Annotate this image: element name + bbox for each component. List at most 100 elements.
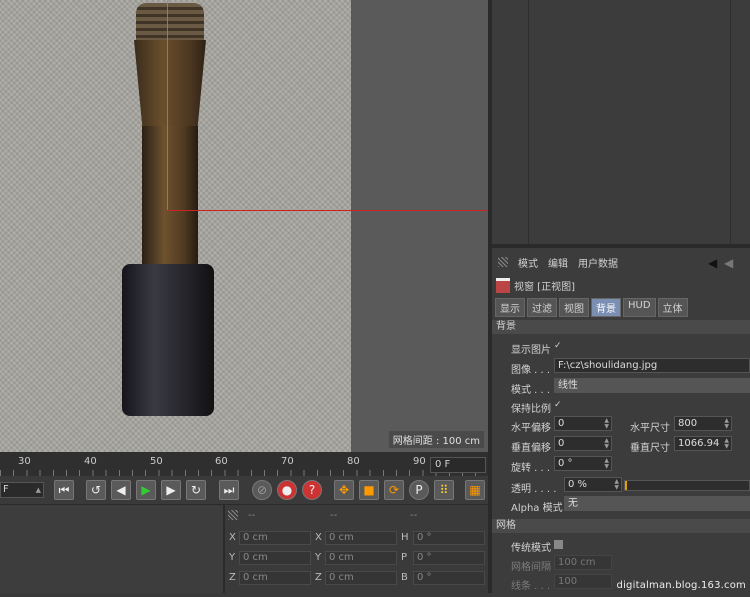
keep-ratio-label: 保持比例	[511, 404, 551, 415]
image-path-field[interactable]: F:\cz\shoulidang.jpg	[554, 358, 750, 373]
transparency-slider[interactable]	[624, 480, 750, 491]
prev-key-icon[interactable]: ↺	[86, 480, 106, 500]
slider-handle[interactable]	[625, 481, 627, 490]
pos-x-field[interactable]: 0 cm	[239, 531, 311, 545]
param-key-icon[interactable]: P	[409, 480, 429, 500]
transparency-field[interactable]: 0 % ▲ ▼	[564, 477, 622, 492]
next-key-icon[interactable]: ↻	[186, 480, 206, 500]
coords-dash: --	[248, 510, 256, 521]
tick-label: 60	[215, 456, 228, 467]
tab-view[interactable]: 视图	[559, 298, 589, 317]
v-offset-field[interactable]: 0 ▲ ▼	[554, 436, 612, 451]
size-x-field[interactable]: 0 cm	[325, 531, 397, 545]
lines-field[interactable]: 100	[554, 574, 612, 589]
size-z-label: Z	[315, 572, 322, 583]
spinner-icon[interactable]: ▲ ▼	[724, 438, 729, 450]
h-size-field[interactable]: 800 ▲ ▼	[674, 416, 732, 431]
rot-p-field[interactable]: 0 °	[413, 551, 485, 565]
tab-display[interactable]: 显示	[495, 298, 525, 317]
size-y-field[interactable]: 0 cm	[325, 551, 397, 565]
transparency-value: 0 %	[568, 479, 588, 490]
mode-dropdown[interactable]: 线性	[554, 378, 750, 393]
v-size-field[interactable]: 1066.94 ▲ ▼	[674, 436, 732, 451]
spinner-icon[interactable]: ▲ ▼	[604, 458, 609, 470]
rot-b-label: B	[401, 572, 408, 583]
image-label: 图像 . . .	[511, 365, 551, 376]
current-frame-field[interactable]: 0 F	[430, 457, 486, 473]
play-icon[interactable]: ▶	[136, 480, 156, 500]
v-size-label: 垂直尺寸	[630, 443, 670, 454]
pos-y-label: Y	[229, 552, 236, 563]
go-to-start-icon[interactable]: ⏮	[54, 480, 74, 500]
pos-z-field[interactable]: 0 cm	[239, 571, 311, 585]
point-level-icon[interactable]: ⠿	[434, 480, 454, 500]
keep-ratio-checkbox[interactable]: ✓	[554, 401, 563, 410]
tab-hud[interactable]: HUD	[623, 298, 656, 317]
grip-icon[interactable]	[498, 257, 508, 267]
go-to-end-icon[interactable]: ⏭	[219, 480, 239, 500]
rotate-field[interactable]: 0 ° ▲ ▼	[554, 456, 612, 471]
grid-spacing-field[interactable]: 100 cm	[554, 555, 612, 570]
record-off-icon[interactable]: ⊘	[252, 480, 272, 500]
spinner-icon[interactable]: ▲	[36, 483, 41, 497]
pos-y-field[interactable]: 0 cm	[239, 551, 311, 565]
grip-icon[interactable]	[228, 510, 238, 520]
next-frame-icon[interactable]: ▶	[161, 480, 181, 500]
help-key-icon[interactable]: ?	[302, 480, 322, 500]
size-z-field[interactable]: 0 cm	[325, 571, 397, 585]
spinner-icon[interactable]: ▲ ▼	[614, 479, 619, 491]
offset-size-row: 水平偏移 0 ▲ ▼ 水平尺寸 800 ▲ ▼	[492, 416, 750, 434]
show-image-checkbox[interactable]: ✓	[554, 342, 563, 351]
object-manager-panel[interactable]	[492, 0, 750, 244]
material-manager[interactable]	[0, 505, 225, 593]
h-offset-label: 水平偏移	[511, 423, 551, 434]
rot-b-field[interactable]: 0 °	[413, 571, 485, 585]
rotate-row: 旋转 . . . 0 ° ▲ ▼	[492, 456, 750, 474]
spinner-icon[interactable]: ▲ ▼	[724, 418, 729, 430]
size-y-label: Y	[315, 552, 322, 563]
forward-arrow-icon[interactable]: ◀	[724, 256, 733, 270]
handle-head-shape	[122, 264, 214, 416]
tick-label: 80	[347, 456, 360, 467]
menu-userdata[interactable]: 用户数据	[578, 255, 618, 270]
scale-key-icon[interactable]: ■	[359, 480, 379, 500]
start-frame-field[interactable]: F ▲	[0, 482, 44, 498]
transport-bar: ⏮ ↺ ◀ ▶ ▶ ↻ ⏭ ⊘ ● ? ✥ ■ ⟳ P ⠿ ▦	[0, 476, 488, 504]
section-grid-header: 网格	[492, 519, 750, 533]
pos-x-label: X	[229, 532, 236, 543]
spinner-icon[interactable]: ▲ ▼	[604, 418, 609, 430]
tab-stereo[interactable]: 立体	[657, 298, 688, 317]
rotate-key-icon[interactable]: ⟳	[384, 480, 404, 500]
mode-label: 模式 . . .	[511, 385, 551, 396]
handle-neck-shape	[134, 40, 206, 130]
lines-label: 线条 . . .	[511, 581, 551, 592]
move-key-icon[interactable]: ✥	[334, 480, 354, 500]
tab-filter[interactable]: 过滤	[527, 298, 557, 317]
editor-viewport[interactable]: 网格间距 : 100 cm	[0, 0, 488, 452]
v-offset-value: 0	[558, 438, 565, 449]
timeline-ruler[interactable]: 30 40 50 60 70 80 90	[0, 452, 488, 476]
attribute-menu-bar: 模式 编辑 用户数据	[492, 254, 618, 270]
alpha-dropdown[interactable]: 无	[564, 496, 750, 511]
size-x-label: X	[315, 532, 322, 543]
film-strip-icon[interactable]: ▦	[465, 480, 485, 500]
spinner-icon[interactable]: ▲ ▼	[604, 438, 609, 450]
transparency-label: 透明 . . . .	[511, 484, 557, 495]
rot-h-label: H	[401, 532, 409, 543]
legacy-mode-row: 传统模式	[492, 536, 750, 554]
y-axis-line	[167, 0, 168, 210]
h-offset-field[interactable]: 0 ▲ ▼	[554, 416, 612, 431]
back-arrow-icon[interactable]: ◀	[708, 256, 717, 270]
x-axis-line	[167, 210, 488, 211]
mode-row: 模式 . . . 线性	[492, 378, 750, 396]
grid-spacing-label: 网格间距 : 100 cm	[388, 431, 484, 448]
prev-frame-icon[interactable]: ◀	[111, 480, 131, 500]
tab-background[interactable]: 背景	[591, 298, 621, 317]
object-title-row: 视窗 [正视图]	[496, 278, 575, 293]
legacy-mode-checkbox[interactable]	[554, 540, 563, 549]
menu-edit[interactable]: 编辑	[548, 255, 568, 270]
menu-mode[interactable]: 模式	[518, 255, 538, 270]
column-divider	[730, 0, 731, 244]
autokey-icon[interactable]: ●	[277, 480, 297, 500]
rot-h-field[interactable]: 0 °	[413, 531, 485, 545]
